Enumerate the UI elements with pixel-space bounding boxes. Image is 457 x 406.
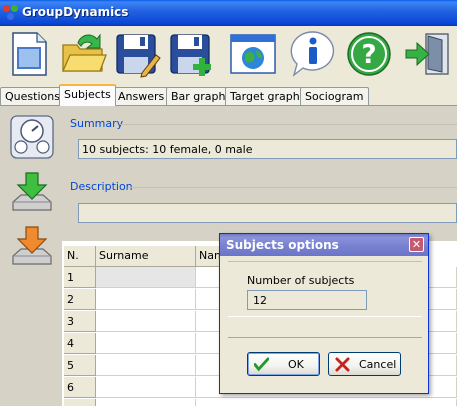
description-rule	[128, 187, 457, 188]
save-add-icon[interactable]	[166, 29, 216, 79]
dialog-title: Subjects options	[226, 238, 339, 252]
toolbar: ?	[0, 26, 457, 83]
close-icon[interactable]: ✕	[409, 237, 424, 252]
tab-subjects[interactable]: Subjects	[59, 84, 116, 106]
row-header: 2	[64, 289, 96, 310]
tab-bar-graph[interactable]: Bar graph	[166, 87, 231, 106]
grid-cell-surname[interactable]	[96, 267, 196, 288]
grid-cell-surname[interactable]	[96, 311, 196, 332]
subjects-options-dialog: Subjects options ✕ Number of subjects 12…	[219, 233, 429, 394]
checkmark-icon	[254, 357, 269, 372]
open-folder-icon[interactable]	[58, 29, 108, 79]
grid-header-number: N.	[64, 246, 96, 267]
app-icon	[3, 5, 19, 21]
grid-cell-surname[interactable]	[96, 399, 196, 406]
window-title: GroupDynamics	[22, 5, 129, 19]
row-header: 5	[64, 355, 96, 376]
grid-cell-surname[interactable]	[96, 377, 196, 398]
tab-target-graph[interactable]: Target graph	[225, 87, 305, 106]
summary-rule	[120, 124, 457, 125]
export-down-icon[interactable]	[9, 224, 55, 270]
number-of-subjects-input[interactable]: 12	[247, 290, 367, 310]
ok-button[interactable]: OK	[247, 352, 320, 376]
save-edit-icon[interactable]	[112, 29, 162, 79]
description-field[interactable]	[78, 203, 457, 223]
help-icon[interactable]: ?	[344, 29, 394, 79]
tab-answers[interactable]: Answers	[113, 87, 170, 106]
options-gauge-icon[interactable]	[9, 114, 55, 160]
description-label: Description	[70, 180, 133, 193]
grid-cell-surname[interactable]	[96, 355, 196, 376]
import-down-icon[interactable]	[9, 170, 55, 216]
row-header: 3	[64, 311, 96, 332]
row-header	[64, 399, 96, 406]
dialog-title-bar[interactable]: Subjects options ✕	[220, 234, 428, 256]
grid-cell-name[interactable]	[196, 399, 457, 406]
ok-button-label: OK	[288, 358, 304, 371]
svg-text:?: ?	[361, 40, 376, 70]
grid-cell-surname[interactable]	[96, 333, 196, 354]
summary-field[interactable]: 10 subjects: 10 female, 0 male	[78, 139, 457, 159]
row-header: 6	[64, 377, 96, 398]
title-bar: GroupDynamics	[0, 0, 457, 26]
cross-icon	[335, 357, 350, 372]
number-of-subjects-label: Number of subjects	[247, 274, 355, 287]
browser-window-icon[interactable]	[228, 29, 278, 79]
cancel-button[interactable]: Cancel	[328, 352, 401, 376]
cancel-button-label: Cancel	[359, 358, 397, 371]
summary-label: Summary	[70, 117, 124, 130]
tab-strip: Questions Subjects Answers Bar graph Tar…	[0, 84, 457, 106]
tab-questions[interactable]: Questions	[0, 87, 65, 106]
tab-sociogram[interactable]: Sociogram	[300, 87, 369, 106]
grid-header-surname[interactable]: Surname	[96, 246, 196, 267]
grid-cell-surname[interactable]	[96, 289, 196, 310]
row-header: 1	[64, 267, 96, 288]
info-icon[interactable]	[288, 29, 338, 79]
exit-door-icon[interactable]	[404, 29, 454, 79]
dialog-separator	[228, 337, 422, 338]
row-header: 4	[64, 333, 96, 354]
new-file-icon[interactable]	[4, 29, 54, 79]
